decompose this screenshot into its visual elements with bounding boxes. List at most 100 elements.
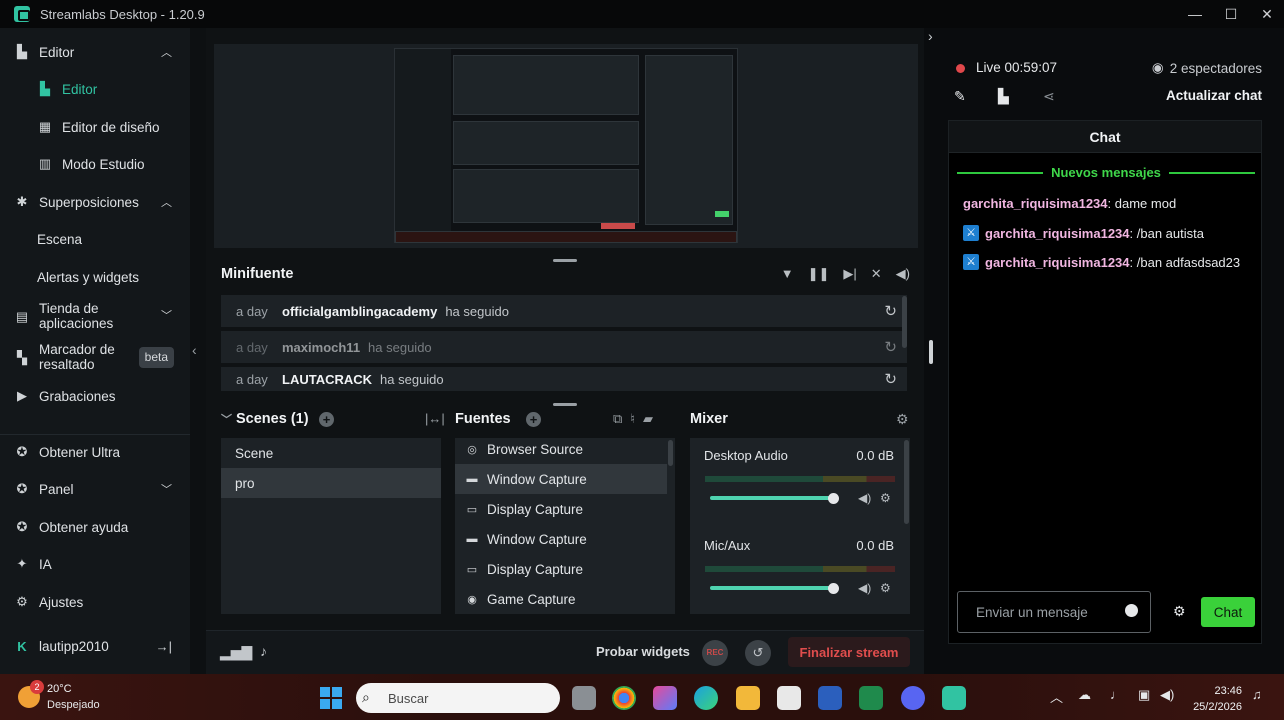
replay-buffer-icon[interactable]: ↺ [745, 640, 771, 666]
source-item[interactable]: ▬ Window Capture [455, 524, 667, 554]
close-icon[interactable]: ✕ [1260, 6, 1274, 23]
scene-item-selected[interactable]: pro [221, 468, 441, 498]
onedrive-icon[interactable]: ☁ [1078, 687, 1091, 703]
emoji-icon[interactable] [1125, 604, 1138, 617]
nav-app-store[interactable]: ▤ Tienda de aplicaciones ﹀ [0, 300, 190, 332]
edit-stream-info-icon[interactable]: ✎ [954, 88, 966, 105]
nav-user[interactable]: K lautipp2010 →| [0, 636, 190, 656]
end-stream-button[interactable]: Finalizar stream [788, 637, 910, 667]
sources-scrollbar[interactable] [668, 440, 673, 466]
chevron-down-icon[interactable]: ﹀ [221, 414, 232, 426]
show-hidden-icons-icon[interactable]: ︿ [1050, 687, 1063, 706]
scene-item[interactable]: Scene [221, 438, 441, 468]
popout-icon[interactable]: ▙ [998, 88, 1009, 105]
bell-icon[interactable]: ♪ [260, 643, 267, 659]
store-icon: ▤ [15, 308, 29, 324]
mixer-settings-gear-icon[interactable]: ⚙ [896, 411, 909, 428]
gear-icon[interactable]: ⚙ [880, 581, 891, 595]
pause-icon[interactable]: ❚❚ [808, 266, 830, 282]
volume-slider-knob[interactable] [828, 583, 839, 594]
weather-temperature[interactable]: 20°C [47, 683, 72, 695]
source-lock-icon[interactable]: ♮ [630, 411, 635, 427]
chat-username[interactable]: garchita_riquisima1234 [985, 226, 1130, 241]
chat-send-button[interactable]: Chat [1201, 597, 1255, 627]
taskbar-search-box[interactable]: Buscar [356, 683, 560, 713]
source-select-icon[interactable]: ⧉ [613, 411, 622, 427]
streamlabs-taskbar-icon[interactable] [942, 686, 966, 710]
add-source-button[interactable]: + [526, 412, 541, 427]
minimize-icon[interactable]: — [1188, 6, 1202, 22]
replay-event-icon[interactable]: ↻ [884, 338, 897, 356]
nav-alerts-widgets[interactable]: Alertas y widgets [0, 267, 190, 287]
network-icon[interactable]: ▣ [1138, 687, 1150, 703]
mixer-scrollbar[interactable] [904, 440, 909, 524]
nav-scene[interactable]: Escena [0, 229, 190, 249]
volume-slider[interactable] [710, 496, 834, 500]
nav-panel[interactable]: ✪ Panel ﹀ [0, 479, 190, 499]
word-icon[interactable] [818, 686, 842, 710]
copilot-icon[interactable] [653, 686, 677, 710]
chat-resize-handle[interactable] [929, 340, 933, 364]
mute-notifications-icon[interactable]: ✕ [871, 266, 882, 282]
chat-settings-gear-icon[interactable]: ⚙ [1173, 603, 1186, 620]
speaker-icon[interactable]: ◀) [858, 491, 871, 505]
scene-transitions-icon[interactable]: |↔| [425, 411, 445, 426]
nav-ai[interactable]: ✦ IA [0, 554, 190, 574]
notifications-icon[interactable]: ♫ [1252, 687, 1262, 702]
replay-event-icon[interactable]: ↻ [884, 302, 897, 320]
chat-message-input[interactable]: Enviar un mensaje [957, 591, 1151, 633]
add-scene-button[interactable]: + [319, 412, 334, 427]
update-chat-button[interactable]: Actualizar chat [1166, 88, 1262, 103]
nav-highlighter[interactable]: ▚ Marcador de resaltado beta [0, 341, 190, 373]
source-item[interactable]: ▭ Display Capture [455, 494, 667, 524]
chat-text: : dame mod [1107, 196, 1177, 211]
logout-icon[interactable]: →| [156, 639, 172, 654]
filter-icon[interactable]: ▼ [781, 266, 794, 282]
volume-icon[interactable]: ◀) [896, 266, 910, 282]
folder-icon[interactable]: ▰ [643, 411, 653, 427]
nav-help[interactable]: ✪ Obtener ayuda [0, 517, 190, 537]
volume-slider-knob[interactable] [828, 493, 839, 504]
nav-settings[interactable]: ⚙ Ajustes [0, 592, 190, 612]
resize-handle[interactable] [553, 403, 577, 406]
edge-icon[interactable] [694, 686, 718, 710]
source-item[interactable]: ◎ Browser Source [455, 434, 667, 464]
source-item[interactable]: ▭ Display Capture [455, 554, 667, 584]
excel-icon[interactable] [859, 686, 883, 710]
source-item-selected[interactable]: ▬ Window Capture [455, 464, 667, 494]
nav-editor[interactable]: ▙ Editor [0, 79, 190, 99]
minifeed-scrollbar[interactable] [902, 296, 907, 348]
nav-editor-group[interactable]: ▙ Editor ︿ [0, 42, 190, 62]
microsoft-store-icon[interactable] [777, 686, 801, 710]
source-item[interactable]: ◉ Game Capture [455, 584, 667, 614]
taskbar-clock[interactable]: 23:46 25/2/2026 [1193, 683, 1242, 715]
weather-condition[interactable]: Despejado [47, 699, 100, 711]
nav-get-ultra[interactable]: ✪ Obtener Ultra [0, 442, 190, 462]
task-view-icon[interactable] [572, 686, 596, 710]
skip-icon[interactable]: ▶| [843, 266, 856, 282]
volume-meter [705, 476, 895, 482]
stats-icon[interactable]: ▂▅▇ [220, 644, 252, 661]
file-explorer-icon[interactable] [736, 686, 760, 710]
windows-start-icon[interactable] [320, 687, 342, 709]
nav-layout-editor[interactable]: ▦ Editor de diseño [0, 117, 190, 137]
gear-icon[interactable]: ⚙ [880, 491, 891, 505]
chat-username[interactable]: garchita_riquisima1234 [963, 196, 1108, 211]
chevron-right-icon[interactable]: › [928, 28, 933, 44]
discord-icon[interactable] [901, 686, 925, 710]
chat-username[interactable]: garchita_riquisima1234 [985, 255, 1130, 270]
share-icon[interactable]: ⋖ [1043, 88, 1055, 105]
nav-studio-mode[interactable]: ▥ Modo Estudio [0, 154, 190, 174]
maximize-icon[interactable]: ☐ [1224, 6, 1238, 23]
microphone-icon[interactable]: ♩ [1110, 687, 1123, 702]
test-widgets-button[interactable]: Probar widgets [596, 644, 690, 659]
chrome-icon[interactable] [612, 686, 636, 710]
record-button[interactable]: REC [702, 640, 728, 666]
nav-overlays-group[interactable]: ✱ Superposiciones ︿ [0, 192, 190, 212]
replay-event-icon[interactable]: ↻ [884, 370, 897, 388]
volume-icon[interactable]: ◀) [1160, 687, 1174, 703]
speaker-icon[interactable]: ◀) [858, 581, 871, 595]
collapse-sidebar-icon[interactable]: ‹ [192, 342, 197, 358]
volume-slider[interactable] [710, 586, 834, 590]
nav-recordings[interactable]: ▶ Grabaciones [0, 386, 190, 406]
